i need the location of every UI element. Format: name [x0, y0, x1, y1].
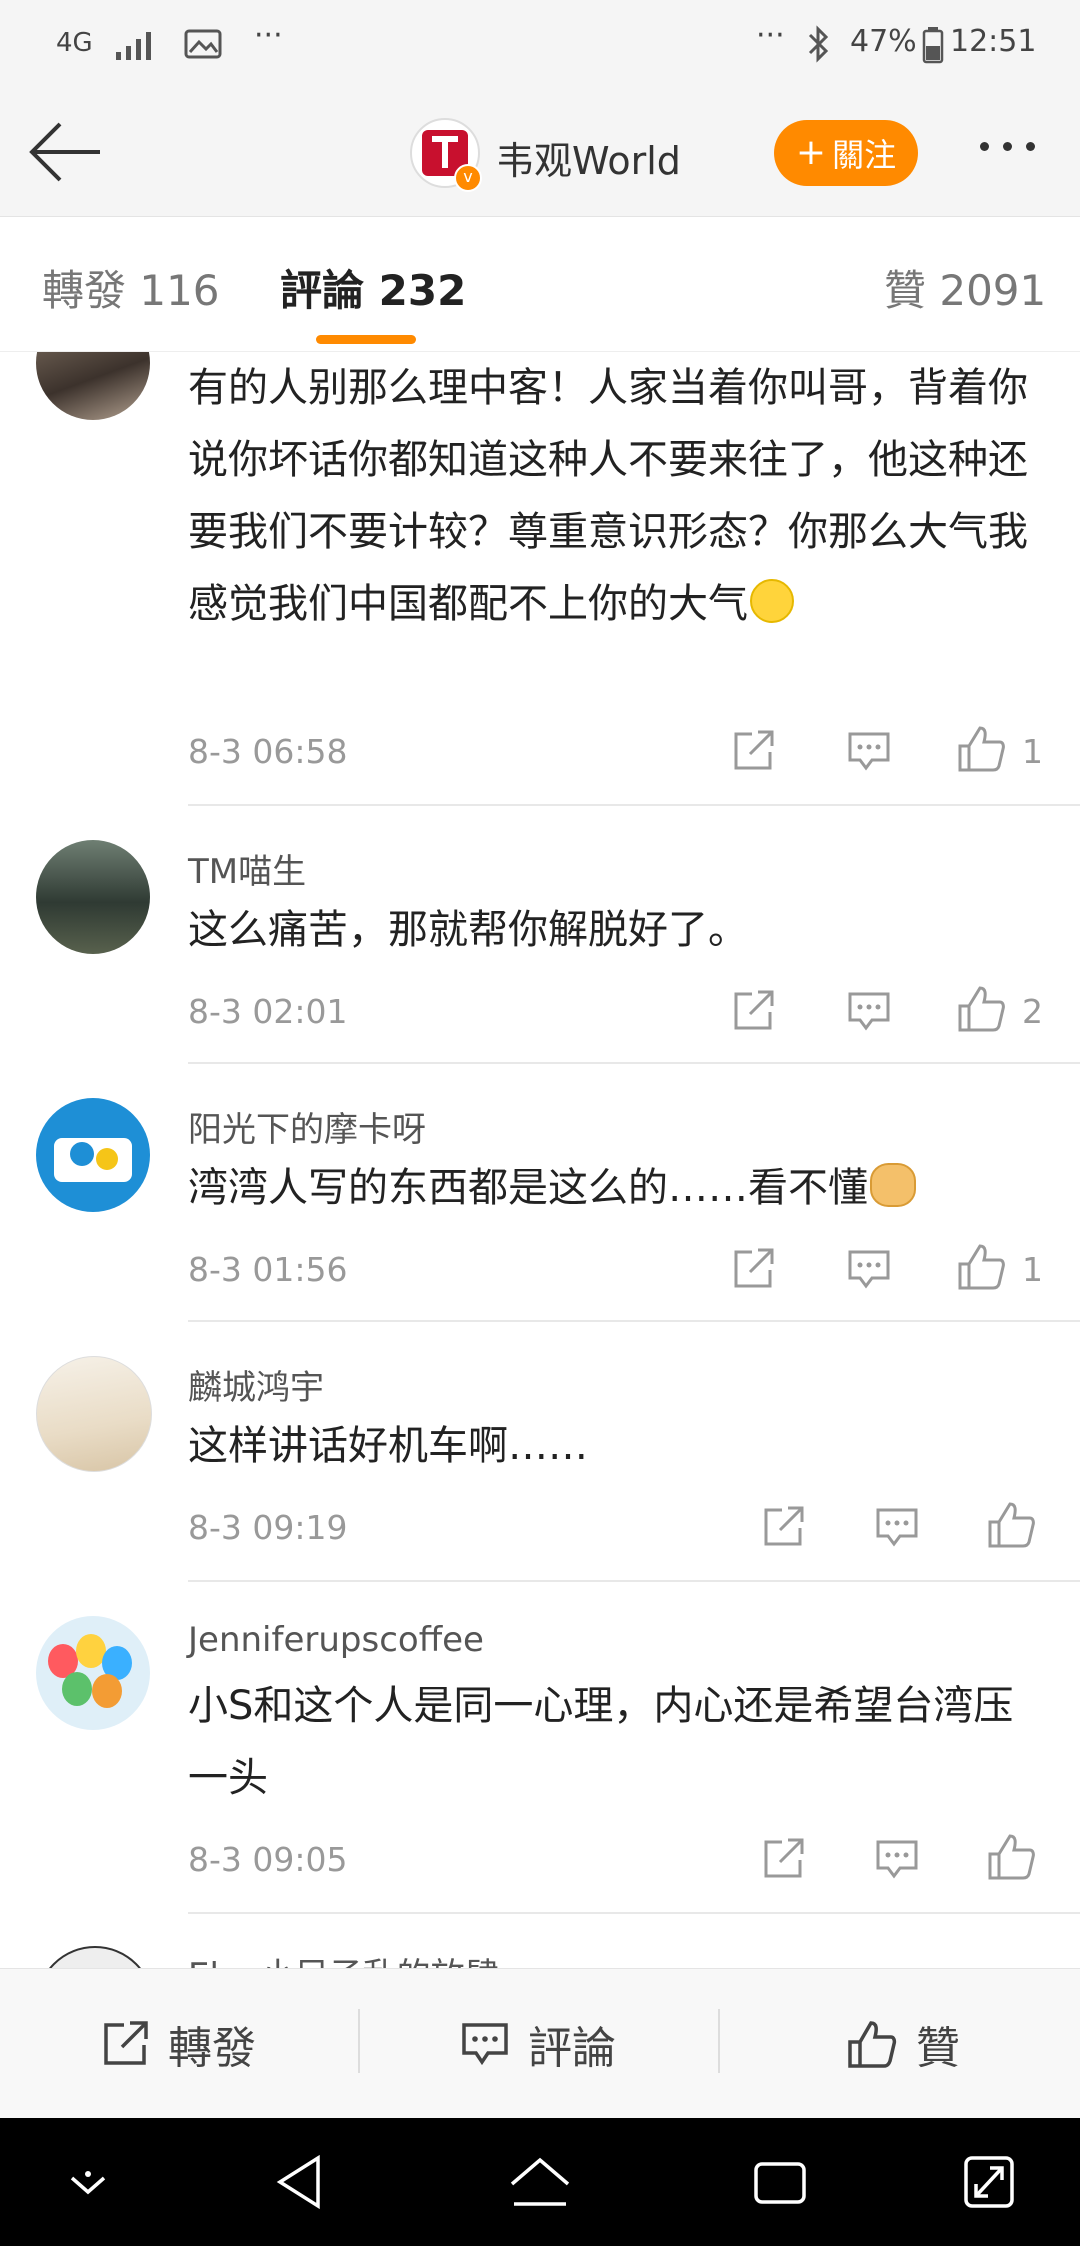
comment-bubble-icon: [462, 2023, 508, 2066]
divider: [188, 1580, 1080, 1582]
separator: [358, 2009, 360, 2073]
share-icon[interactable]: [730, 988, 776, 1034]
commenter-name[interactable]: Eleo小兄子乱的放肆: [188, 1948, 499, 1968]
image-icon: [184, 29, 222, 59]
more-options-icon[interactable]: [980, 142, 1035, 151]
status-overflow: ···: [254, 18, 283, 53]
commenter-avatar[interactable]: [36, 1098, 150, 1212]
comment-text: 湾湾人写的东西都是这么的……看不懂: [188, 1152, 1048, 1224]
commenter-avatar[interactable]: [36, 352, 150, 420]
like-count: 1: [1022, 1250, 1043, 1289]
tab-comments[interactable]: 評論 232: [280, 257, 466, 318]
commenter-avatar[interactable]: [36, 1616, 150, 1730]
comment-label: 評論: [528, 2023, 616, 2074]
bottom-action-bar: 轉發 評論 贊: [0, 1968, 1080, 2119]
repost-icon: [104, 2021, 148, 2065]
share-icon[interactable]: [760, 1836, 806, 1882]
share-icon[interactable]: [760, 1504, 806, 1550]
chevron-down-icon[interactable]: [66, 2166, 110, 2202]
battery-percent: 47%: [850, 24, 917, 59]
comment-time: 8-3 09:19: [188, 1508, 348, 1547]
share-icon[interactable]: [730, 728, 776, 774]
like-icon[interactable]: [956, 724, 1006, 774]
bluetooth-icon: [808, 25, 829, 63]
smile-emoji-icon: [750, 579, 794, 623]
repost-button[interactable]: 轉發: [100, 2011, 256, 2077]
repost-label: 轉發: [168, 2023, 256, 2074]
commenter-name[interactable]: TM喵生: [188, 844, 306, 893]
commenter-avatar[interactable]: [36, 840, 150, 954]
system-nav-bar: [0, 2118, 1080, 2246]
thumbs-up-icon: [848, 2021, 897, 2068]
like-icon[interactable]: [986, 1832, 1036, 1882]
doge-emoji-icon: [870, 1163, 916, 1207]
tab-reposts[interactable]: 轉發 116: [42, 257, 220, 318]
comment-text: 这么痛苦，那就帮你解脱好了。: [188, 907, 748, 953]
comment-icon[interactable]: [846, 728, 892, 774]
divider: [188, 1912, 1080, 1914]
comment-icon[interactable]: [846, 1246, 892, 1292]
back-triangle-icon[interactable]: [274, 2154, 324, 2210]
signal-icon: [116, 32, 151, 60]
comment-time: 8-3 06:58: [188, 732, 348, 771]
recent-apps-icon[interactable]: [752, 2158, 808, 2208]
divider: [188, 1062, 1080, 1064]
expand-arrows-icon[interactable]: [962, 2154, 1016, 2210]
plus-icon: +: [795, 132, 827, 173]
like-count: 1: [1022, 732, 1043, 771]
battery-icon: [922, 27, 944, 64]
commenter-name[interactable]: 阳光下的摩卡呀: [188, 1102, 426, 1151]
comment-time: 8-3 02:01: [188, 992, 348, 1031]
comment-text: 小S和这个人是同一心理，内心还是希望台湾压一头: [188, 1683, 1014, 1801]
comment-icon[interactable]: [874, 1504, 920, 1550]
network-indicator: 4G: [56, 28, 93, 58]
divider: [188, 1320, 1080, 1322]
account-name[interactable]: 韦观World: [496, 130, 681, 185]
like-count: 2: [1022, 992, 1043, 1031]
active-tab-indicator: [316, 335, 416, 344]
comment-text: 这样讲话好机车啊……: [188, 1423, 588, 1469]
verified-badge: v: [454, 164, 482, 192]
status-overflow-right: ···: [756, 18, 785, 53]
comment-icon[interactable]: [846, 988, 892, 1034]
comment-text: 有的人别那么理中客！人家当着你叫哥，背着你说你坏话你都知道这种人不要来往了，他这…: [188, 365, 1028, 627]
like-icon[interactable]: [956, 1242, 1006, 1292]
like-icon[interactable]: [986, 1500, 1036, 1550]
follow-label: 關注: [832, 136, 897, 174]
like-icon[interactable]: [956, 984, 1006, 1034]
like-label: 贊: [916, 2023, 960, 2074]
commenter-name[interactable]: 麟城鸿宇: [188, 1360, 324, 1409]
tab-bar: 轉發 116 評論 232 贊 2091: [0, 217, 1080, 352]
top-nav-bar: v 韦观World + 關注: [0, 92, 1080, 217]
comment-time: 8-3 09:05: [188, 1840, 348, 1879]
back-arrow-icon[interactable]: [28, 120, 104, 184]
tab-likes[interactable]: 贊 2091: [884, 257, 1046, 318]
commenter-avatar[interactable]: [36, 1356, 152, 1472]
status-bar: 4G ··· ··· 47% 12:51: [0, 0, 1080, 92]
like-button[interactable]: 贊: [846, 2011, 960, 2077]
comment-time: 8-3 01:56: [188, 1250, 348, 1289]
share-icon[interactable]: [730, 1246, 776, 1292]
comment-list[interactable]: 有的人别那么理中客！人家当着你叫哥，背着你说你坏话你都知道这种人不要来往了，他这…: [0, 352, 1080, 1968]
commenter-avatar[interactable]: [36, 1946, 154, 1968]
separator: [718, 2009, 720, 2073]
follow-button[interactable]: + 關注: [774, 120, 918, 186]
home-icon[interactable]: [508, 2156, 572, 2210]
comment-button[interactable]: 評論: [460, 2011, 616, 2077]
comment-icon[interactable]: [874, 1836, 920, 1882]
divider: [188, 804, 1080, 806]
clock: 12:51: [950, 24, 1037, 59]
commenter-name[interactable]: Jenniferupscoffee: [188, 1620, 484, 1660]
